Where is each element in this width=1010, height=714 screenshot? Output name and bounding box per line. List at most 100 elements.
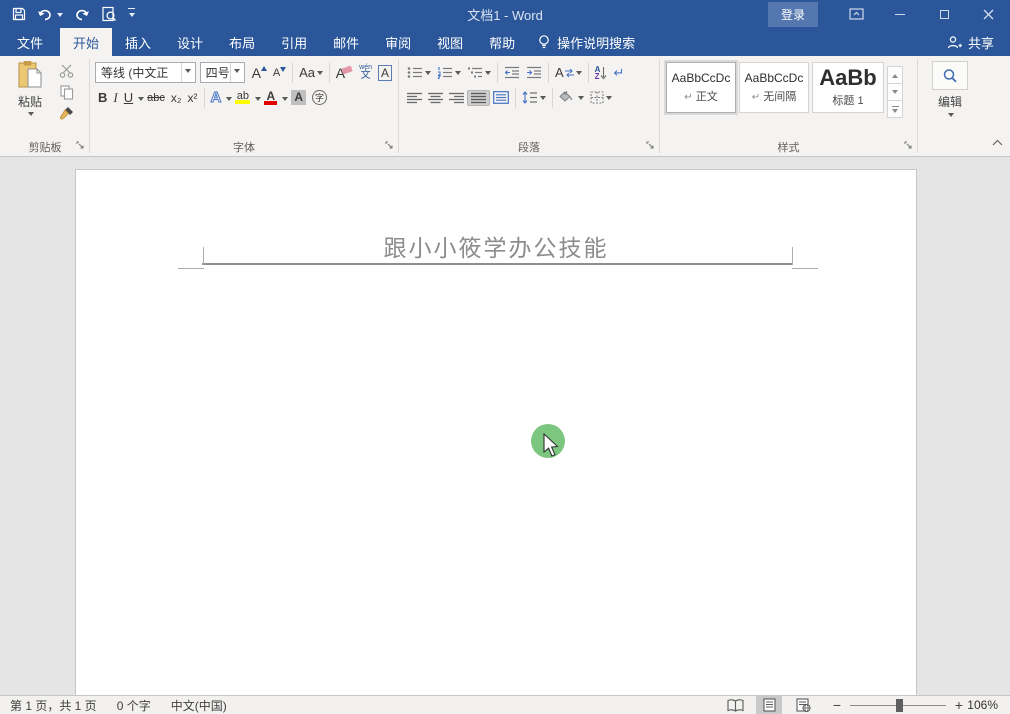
- sign-in-button[interactable]: 登录: [768, 2, 818, 27]
- document-page[interactable]: 跟小小筱学办公技能: [75, 169, 917, 695]
- change-case-button[interactable]: Aa: [296, 64, 326, 81]
- style-heading-1[interactable]: AaBb 标题 1: [812, 62, 884, 113]
- superscript-button[interactable]: x²: [185, 90, 201, 106]
- read-mode-button[interactable]: [722, 696, 748, 714]
- tab-mailings[interactable]: 邮件: [320, 28, 372, 56]
- tab-design[interactable]: 设计: [164, 28, 216, 56]
- align-center-button[interactable]: [425, 91, 446, 105]
- share-button[interactable]: 共享: [930, 28, 1010, 56]
- undo-button[interactable]: [37, 8, 63, 21]
- styles-dialog-launcher-icon[interactable]: [904, 141, 913, 153]
- clear-formatting-button[interactable]: A: [333, 64, 356, 82]
- paste-button[interactable]: 粘贴: [8, 60, 52, 138]
- language-status[interactable]: 中文(中国): [161, 696, 237, 714]
- undo-dropdown-icon[interactable]: [57, 13, 63, 20]
- tab-home[interactable]: 开始: [60, 28, 112, 56]
- font-size-dropdown-icon[interactable]: [230, 63, 244, 82]
- tab-file[interactable]: 文件: [0, 28, 60, 56]
- styles-scroll-down-button[interactable]: [887, 83, 903, 101]
- print-preview-icon[interactable]: [101, 6, 117, 22]
- strikethrough-button[interactable]: abc: [144, 91, 168, 105]
- redo-button[interactable]: [74, 8, 90, 21]
- group-separator: [917, 59, 918, 153]
- paragraph-dialog-launcher-icon[interactable]: [646, 141, 655, 153]
- format-painter-button[interactable]: [56, 104, 77, 122]
- italic-button[interactable]: I: [110, 89, 120, 107]
- grow-font-button[interactable]: A: [249, 64, 270, 82]
- text-effects-button[interactable]: A: [208, 88, 225, 107]
- tab-help[interactable]: 帮助: [476, 28, 528, 56]
- line-spacing-button[interactable]: [519, 90, 549, 105]
- paste-dropdown-icon[interactable]: [28, 112, 34, 119]
- page-number-status[interactable]: 第 1 页，共 1 页: [0, 696, 107, 714]
- subscript-button[interactable]: x₂: [168, 90, 185, 106]
- tab-review[interactable]: 审阅: [372, 28, 424, 56]
- margin-crop-mark-right-vertical: [792, 247, 793, 265]
- align-left-button[interactable]: [404, 91, 425, 105]
- borders-button[interactable]: [587, 90, 615, 105]
- multilevel-list-icon: [467, 66, 483, 79]
- customize-qat-icon[interactable]: [128, 8, 135, 20]
- font-color-button[interactable]: A: [261, 90, 280, 106]
- increase-indent-button[interactable]: [523, 65, 545, 80]
- close-button[interactable]: [966, 0, 1010, 28]
- font-name-dropdown-icon[interactable]: [181, 63, 195, 82]
- clipboard-dialog-launcher-icon[interactable]: [76, 141, 85, 153]
- print-layout-button[interactable]: [756, 696, 782, 714]
- editing-button[interactable]: 编辑: [919, 57, 981, 138]
- shading-button[interactable]: [556, 90, 587, 105]
- show-hide-marks-button[interactable]: ↵: [610, 64, 627, 82]
- zoom-slider[interactable]: [850, 696, 946, 714]
- tab-insert[interactable]: 插入: [112, 28, 164, 56]
- sort-button[interactable]: A Z: [592, 65, 611, 81]
- scissors-icon: [59, 64, 74, 78]
- tab-layout[interactable]: 布局: [216, 28, 268, 56]
- zoom-slider-thumb[interactable]: [896, 699, 903, 712]
- ribbon-display-options-icon[interactable]: [834, 0, 878, 28]
- style-normal[interactable]: AaBbCcDc ↵ 正文: [666, 62, 736, 113]
- phonetic-guide-button[interactable]: wén 文: [356, 63, 375, 82]
- multilevel-list-button[interactable]: [464, 65, 494, 80]
- font-size-combo[interactable]: 四号: [200, 62, 245, 83]
- bullets-button[interactable]: [404, 65, 434, 80]
- copy-button[interactable]: [56, 83, 77, 101]
- zoom-out-button[interactable]: −: [830, 697, 844, 713]
- web-layout-button[interactable]: [790, 696, 816, 714]
- font-dialog-launcher-icon[interactable]: [385, 141, 394, 153]
- group-styles: AaBbCcDc ↵ 正文 AaBbCcDc ↵ 无间隔 AaBb 标题 1 样…: [661, 57, 916, 156]
- word-count-status[interactable]: 0 个字: [107, 696, 161, 714]
- document-title-text[interactable]: 跟小小筱学办公技能: [76, 229, 916, 263]
- asian-layout-button[interactable]: A: [552, 64, 585, 81]
- styles-more-button[interactable]: [887, 100, 903, 118]
- minimize-button[interactable]: [878, 0, 922, 28]
- zoom-in-button[interactable]: +: [952, 697, 966, 713]
- maximize-button[interactable]: [922, 0, 966, 28]
- font-name-combo[interactable]: 等线 (中文正: [95, 62, 196, 83]
- text-highlight-button[interactable]: ab: [232, 90, 253, 105]
- character-shading-button[interactable]: A: [288, 89, 309, 106]
- clipboard-group-label: 剪贴板: [29, 139, 62, 155]
- distribute-button[interactable]: [490, 90, 512, 105]
- character-border-button[interactable]: A: [375, 64, 395, 82]
- style-no-spacing[interactable]: AaBbCcDc ↵ 无间隔: [739, 62, 809, 113]
- zoom-level[interactable]: 106%: [966, 698, 1010, 712]
- enclose-characters-button[interactable]: 字: [309, 89, 330, 106]
- save-icon[interactable]: [12, 7, 26, 21]
- underline-button[interactable]: U: [121, 89, 136, 106]
- decrease-indent-button[interactable]: [501, 65, 523, 80]
- numbering-button[interactable]: [434, 65, 464, 80]
- editing-dropdown-icon[interactable]: [948, 113, 954, 120]
- shrink-font-button[interactable]: A: [270, 66, 289, 80]
- tab-references[interactable]: 引用: [268, 28, 320, 56]
- format-painter-icon: [59, 106, 74, 121]
- justify-button[interactable]: [467, 90, 490, 106]
- font-size-value: 四号: [206, 64, 230, 81]
- align-right-button[interactable]: [446, 91, 467, 105]
- tell-me-search[interactable]: 操作说明搜索: [528, 28, 645, 56]
- group-editing: 编辑: [919, 57, 981, 156]
- collapse-ribbon-button[interactable]: [992, 133, 1003, 151]
- styles-scroll-up-button[interactable]: [887, 66, 903, 84]
- tab-view[interactable]: 视图: [424, 28, 476, 56]
- cut-button[interactable]: [56, 62, 77, 80]
- bold-button[interactable]: B: [95, 89, 110, 106]
